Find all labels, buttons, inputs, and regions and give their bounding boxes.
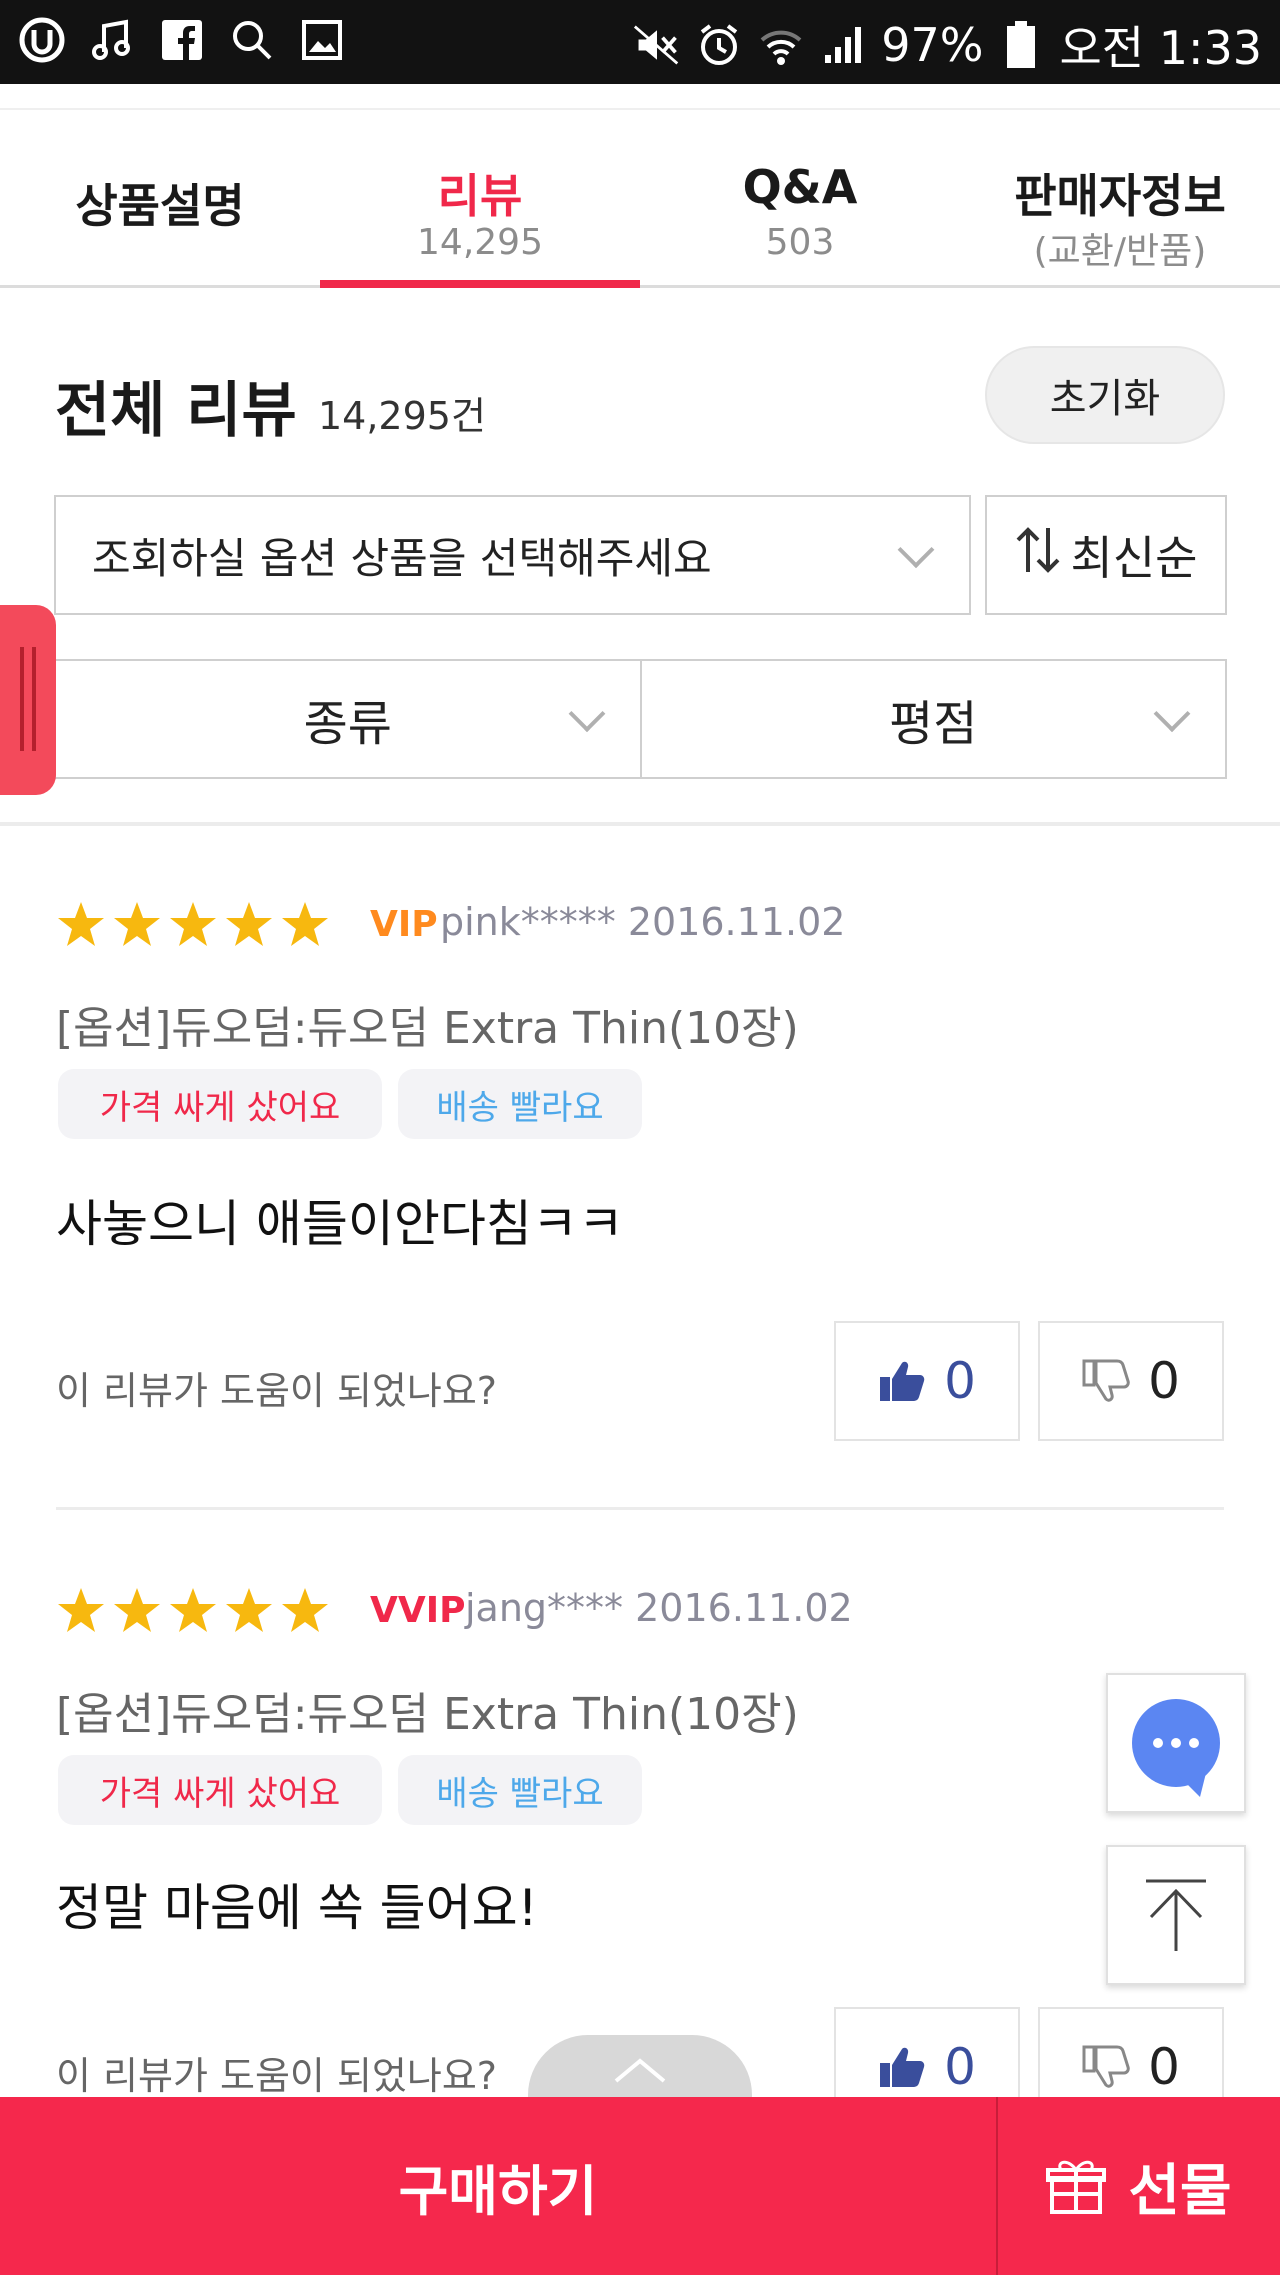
chat-icon — [1132, 1699, 1220, 1797]
member-grade-badge: VIP — [370, 904, 438, 945]
star-rating — [56, 900, 330, 950]
sort-label: 최신순 — [1070, 531, 1198, 585]
star-icon — [114, 902, 160, 946]
review-tag: 가격 싸게 샀어요 — [58, 1755, 382, 1825]
filter-type-select[interactable]: 종류 — [56, 661, 640, 777]
image-icon — [298, 16, 346, 64]
tab-sublabel: (교환/반품) — [1033, 231, 1207, 272]
review-text: 정말 마음에 쏙 들어요! — [56, 1879, 538, 1937]
tab-label: 리뷰 — [437, 169, 523, 223]
helpful-question: 이 리뷰가 도움이 되었나요? — [56, 1369, 497, 1413]
review-option: [옵션]듀오덤:듀오덤 Extra Thin(10장) — [56, 1003, 799, 1054]
gift-icon — [1046, 2160, 1107, 2214]
bottom-action-bar: 구매하기 선물 — [0, 2097, 1280, 2275]
review-text: 사놓으니 애들이안다침ㅋㅋ — [56, 1195, 624, 1253]
signal-icon — [819, 21, 867, 69]
filter-type-label: 종류 — [303, 696, 392, 752]
thumbs-up-icon — [880, 1361, 925, 1401]
facebook-icon — [158, 16, 206, 64]
review-option: [옵션]듀오덤:듀오덤 Extra Thin(10장) — [56, 1689, 799, 1740]
reset-button[interactable]: 초기화 — [985, 346, 1225, 444]
thumbs-down-icon — [1082, 1359, 1130, 1402]
dislike-count: 0 — [1148, 1352, 1180, 1410]
handle-line — [32, 647, 36, 751]
star-icon — [282, 902, 328, 946]
tab-reviews[interactable]: 리뷰 14,295 — [320, 110, 640, 288]
reviews-count: 14,295건 — [318, 394, 486, 438]
review-divider — [56, 1507, 1224, 1510]
chevron-up-icon — [614, 2058, 666, 2083]
option-select-placeholder: 조회하실 옵션 상품을 선택해주세요 — [92, 533, 712, 583]
battery-percent: 97% — [881, 18, 984, 72]
buy-button[interactable]: 구매하기 — [0, 2097, 998, 2275]
gift-label: 선물 — [1128, 2158, 1232, 2224]
tab-count: 14,295 — [417, 222, 543, 263]
dislike-button[interactable]: 0 — [1038, 1321, 1224, 1441]
chevron-down-icon — [568, 695, 605, 733]
star-rating — [56, 1586, 330, 1636]
option-select[interactable]: 조회하실 옵션 상품을 선택해주세요 — [54, 495, 971, 615]
tab-label: Q&A — [742, 160, 858, 214]
reviewer-info: pink***** 2016.11.02 — [440, 900, 846, 944]
music-icon — [88, 16, 136, 64]
sort-button[interactable]: 최신순 — [985, 495, 1227, 615]
reviewer-info: jang**** 2016.11.02 — [465, 1586, 853, 1630]
search-icon — [228, 16, 276, 64]
chevron-down-icon — [897, 531, 935, 569]
dislike-count: 0 — [1148, 2038, 1180, 2096]
filter-rating-label: 평점 — [889, 696, 978, 752]
clock: 오전 1:33 — [1059, 21, 1262, 75]
star-icon — [58, 1588, 104, 1632]
alarm-icon — [695, 21, 743, 69]
star-icon — [114, 1588, 160, 1632]
product-tabs: 상품설명 리뷰 14,295 Q&A 503 판매자정보 (교환/반품) — [0, 108, 1280, 288]
filter-row: 종류 평점 — [54, 659, 1227, 779]
review-tag: 가격 싸게 샀어요 — [58, 1069, 382, 1139]
gift-button[interactable]: 선물 — [998, 2097, 1280, 2275]
star-icon — [226, 1588, 272, 1632]
u-plus-icon — [18, 16, 66, 64]
reviews-title: 전체 리뷰 — [55, 376, 297, 446]
section-divider — [0, 822, 1280, 826]
side-drawer-handle[interactable] — [0, 605, 56, 795]
helpful-question: 이 리뷰가 도움이 되었나요? — [56, 2054, 497, 2098]
tab-label: 상품설명 — [75, 179, 245, 233]
sort-icon — [1015, 524, 1061, 587]
review-tag: 배송 빨라요 — [398, 1069, 642, 1139]
handle-line — [20, 647, 24, 751]
review-tag: 배송 빨라요 — [398, 1755, 642, 1825]
like-button[interactable]: 0 — [834, 1321, 1020, 1441]
tab-seller-info[interactable]: 판매자정보 (교환/반품) — [960, 110, 1280, 285]
thumbs-down-icon — [1082, 2045, 1130, 2088]
like-count: 0 — [944, 2038, 976, 2096]
filter-rating-select[interactable]: 평점 — [639, 661, 1226, 777]
tab-description[interactable]: 상품설명 — [0, 110, 320, 285]
star-icon — [58, 902, 104, 946]
mute-icon — [633, 21, 681, 69]
arrow-up-icon — [1146, 1879, 1206, 1951]
chat-button[interactable] — [1106, 1673, 1246, 1813]
star-icon — [282, 1588, 328, 1632]
tab-label: 판매자정보 — [1014, 169, 1226, 223]
star-icon — [226, 902, 272, 946]
like-count: 0 — [944, 1352, 976, 1410]
wifi-icon — [757, 21, 805, 69]
scroll-top-button[interactable] — [1106, 1845, 1246, 1985]
chevron-down-icon — [1153, 695, 1191, 733]
battery-icon — [997, 21, 1045, 69]
star-icon — [170, 1588, 216, 1632]
member-grade-badge: VVIP — [370, 1590, 466, 1631]
thumbs-up-icon — [880, 2047, 925, 2087]
tab-qna[interactable]: Q&A 503 — [640, 110, 960, 285]
tab-count: 503 — [765, 222, 835, 263]
star-icon — [170, 902, 216, 946]
status-bar: 97% 오전 1:33 — [0, 0, 1280, 84]
